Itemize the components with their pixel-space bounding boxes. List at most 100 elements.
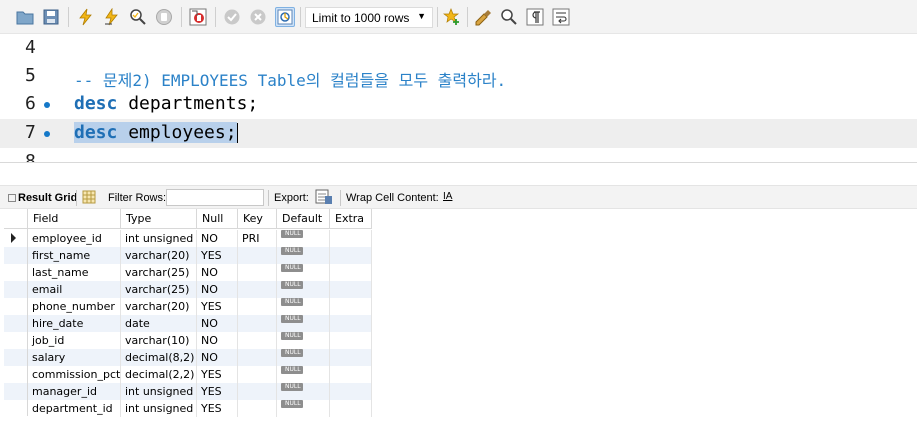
cell-extra[interactable] <box>330 298 372 315</box>
cell-extra[interactable] <box>330 366 372 383</box>
rollback-icon[interactable] <box>249 8 267 26</box>
cell-type[interactable]: date <box>121 315 197 332</box>
cell-key[interactable] <box>238 264 277 281</box>
cell-default[interactable]: NULL <box>277 298 330 315</box>
cell-key[interactable] <box>238 400 277 417</box>
table-row[interactable]: first_name varchar(20) YES NULL <box>4 247 372 264</box>
filter-rows-input[interactable] <box>166 189 264 206</box>
wrap-lines-icon[interactable] <box>552 8 570 26</box>
wrap-cell-toggle-icon[interactable]: IA <box>443 191 452 202</box>
cell-field[interactable]: employee_id <box>28 230 121 247</box>
add-snippet-star-icon[interactable] <box>443 8 461 26</box>
limit-rows-select[interactable]: Limit to 1000 rows ▼ <box>305 7 433 28</box>
cell-extra[interactable] <box>330 281 372 298</box>
toggle-stop-on-error-icon[interactable] <box>189 8 207 26</box>
column-header-default[interactable]: Default <box>277 209 330 229</box>
cell-field[interactable]: phone_number <box>28 298 121 315</box>
execute-current-icon[interactable] <box>103 8 121 26</box>
find-magnifier-icon[interactable] <box>500 8 518 26</box>
table-row[interactable]: commission_pct decimal(2,2) YES NULL <box>4 366 372 383</box>
cell-key[interactable] <box>238 315 277 332</box>
explain-magnifier-icon[interactable] <box>129 8 147 26</box>
cell-key[interactable]: PRI <box>238 230 277 247</box>
cell-extra[interactable] <box>330 383 372 400</box>
cell-field[interactable]: department_id <box>28 400 121 417</box>
cell-default[interactable]: NULL <box>277 400 330 417</box>
cell-field[interactable]: salary <box>28 349 121 366</box>
cell-default[interactable]: NULL <box>277 349 330 366</box>
cell-key[interactable] <box>238 349 277 366</box>
cell-extra[interactable] <box>330 315 372 332</box>
cell-default[interactable]: NULL <box>277 332 330 349</box>
cell-null[interactable]: YES <box>197 247 238 264</box>
save-icon[interactable] <box>42 8 60 26</box>
cell-field[interactable]: email <box>28 281 121 298</box>
cell-field[interactable]: job_id <box>28 332 121 349</box>
cell-key[interactable] <box>238 366 277 383</box>
cell-key[interactable] <box>238 281 277 298</box>
execute-lightning-icon[interactable] <box>77 8 95 26</box>
cell-field[interactable]: commission_pct <box>28 366 121 383</box>
cell-extra[interactable] <box>330 230 372 247</box>
cell-field[interactable]: first_name <box>28 247 121 264</box>
cell-null[interactable]: NO <box>197 349 238 366</box>
cell-default[interactable]: NULL <box>277 230 330 247</box>
cell-field[interactable]: manager_id <box>28 383 121 400</box>
cell-extra[interactable] <box>330 332 372 349</box>
cell-key[interactable] <box>238 247 277 264</box>
cell-extra[interactable] <box>330 349 372 366</box>
cell-extra[interactable] <box>330 400 372 417</box>
cell-null[interactable]: YES <box>197 298 238 315</box>
invisible-chars-icon[interactable] <box>526 8 544 26</box>
table-row[interactable]: salary decimal(8,2) NO NULL <box>4 349 372 366</box>
table-row[interactable]: last_name varchar(25) NO NULL <box>4 264 372 281</box>
cell-type[interactable]: int unsigned <box>121 230 197 247</box>
cell-default[interactable]: NULL <box>277 315 330 332</box>
folder-open-icon[interactable] <box>16 8 34 26</box>
table-row[interactable]: job_id varchar(10) NO NULL <box>4 332 372 349</box>
cell-key[interactable] <box>238 332 277 349</box>
cell-type[interactable]: decimal(2,2) <box>121 366 197 383</box>
column-header-field[interactable]: Field <box>28 209 121 229</box>
table-row[interactable]: employee_id int unsigned NO PRI NULL <box>4 230 372 247</box>
beautify-brush-icon[interactable] <box>474 8 492 26</box>
table-row[interactable]: hire_date date NO NULL <box>4 315 372 332</box>
tab-result-grid[interactable]: Result Grid <box>8 192 77 204</box>
cell-default[interactable]: NULL <box>277 247 330 264</box>
column-header-type[interactable]: Type <box>121 209 197 229</box>
table-row[interactable]: email varchar(25) NO NULL <box>4 281 372 298</box>
cell-key[interactable] <box>238 298 277 315</box>
autocommit-icon[interactable] <box>275 7 295 27</box>
cell-type[interactable]: varchar(25) <box>121 264 197 281</box>
table-row[interactable]: phone_number varchar(20) YES NULL <box>4 298 372 315</box>
cell-null[interactable]: NO <box>197 281 238 298</box>
cell-default[interactable]: NULL <box>277 264 330 281</box>
column-header-key[interactable]: Key <box>238 209 277 229</box>
cell-field[interactable]: hire_date <box>28 315 121 332</box>
column-header-null[interactable]: Null <box>197 209 238 229</box>
cell-extra[interactable] <box>330 247 372 264</box>
cell-type[interactable]: int unsigned <box>121 400 197 417</box>
cell-type[interactable]: decimal(8,2) <box>121 349 197 366</box>
cell-key[interactable] <box>238 383 277 400</box>
sql-editor[interactable]: 4 5 -- 문제2) EMPLOYEES Table의 컬럼들을 모두 출력하… <box>0 34 917 162</box>
cell-null[interactable]: NO <box>197 315 238 332</box>
export-icon[interactable] <box>315 189 333 208</box>
cell-default[interactable]: NULL <box>277 281 330 298</box>
cell-extra[interactable] <box>330 264 372 281</box>
cell-type[interactable]: varchar(10) <box>121 332 197 349</box>
cell-null[interactable]: NO <box>197 230 238 247</box>
column-chooser-icon[interactable] <box>82 190 96 207</box>
cell-null[interactable]: YES <box>197 383 238 400</box>
cell-type[interactable]: varchar(25) <box>121 281 197 298</box>
cell-field[interactable]: last_name <box>28 264 121 281</box>
cell-default[interactable]: NULL <box>277 383 330 400</box>
stop-icon[interactable] <box>155 8 173 26</box>
cell-type[interactable]: varchar(20) <box>121 247 197 264</box>
cell-default[interactable]: NULL <box>277 366 330 383</box>
cell-null[interactable]: YES <box>197 400 238 417</box>
cell-type[interactable]: int unsigned <box>121 383 197 400</box>
table-row[interactable]: department_id int unsigned YES NULL <box>4 400 372 417</box>
commit-icon[interactable] <box>223 8 241 26</box>
cell-null[interactable]: NO <box>197 332 238 349</box>
